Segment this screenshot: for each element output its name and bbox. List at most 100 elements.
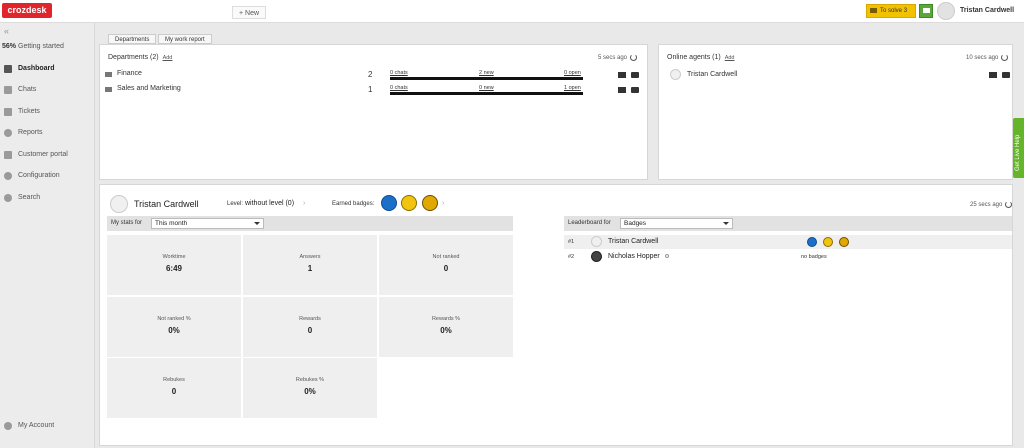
collapse-sidebar-icon[interactable]: « <box>4 26 9 36</box>
chat-status-toggle[interactable] <box>919 4 933 18</box>
agent-avatar <box>670 69 681 80</box>
stat-value: 0% <box>168 326 180 335</box>
sidebar-item-dashboard[interactable]: Dashboard <box>0 61 94 77</box>
earned-badges-label: Earned badges: <box>332 201 375 207</box>
leaderboard-for-label: Leaderboard for <box>568 220 611 226</box>
agent-name: Tristan Cardwell <box>687 71 738 78</box>
sidebar-item-label: Reports <box>18 129 43 136</box>
chat-bubble-icon[interactable] <box>631 87 639 93</box>
department-new-link[interactable]: 2 new <box>479 70 494 76</box>
user-avatar[interactable] <box>937 2 955 20</box>
leaderboard-no-badges: no badges <box>801 254 827 260</box>
sidebar-item-customer-portal[interactable]: Customer portal <box>0 147 94 163</box>
sidebar-item-my-account[interactable]: My Account <box>0 418 94 434</box>
sidebar-item-tickets[interactable]: Tickets <box>0 104 94 120</box>
stat-value: 0 <box>171 387 177 396</box>
stat-label: Not ranked <box>432 254 460 260</box>
stat-label: Rebukes <box>163 377 185 383</box>
my-stats-bar: My stats for This month <box>107 216 513 231</box>
department-open-link[interactable]: 1 open <box>564 85 581 91</box>
stat-value: 6:49 <box>165 264 182 273</box>
bee-badge-icon[interactable] <box>401 195 417 211</box>
departments-panel: Departments (2) Add 5 secs ago Finance 2 … <box>99 44 648 180</box>
department-chats-link[interactable]: 0 chats <box>390 70 408 76</box>
online-agents-title-text: Online agents (1) <box>667 54 721 61</box>
leaderboard-row[interactable]: #1 Tristan Cardwell <box>564 235 1012 249</box>
add-agent-link[interactable]: Add <box>725 55 735 61</box>
stat-rewards-pct: Rewards % 0% <box>379 297 513 357</box>
stat-value: 0 <box>443 264 449 273</box>
to-solve-count: 3 <box>903 8 908 14</box>
new-button[interactable]: + New <box>232 6 267 19</box>
chevron-right-icon[interactable]: › <box>303 200 305 207</box>
tab-departments[interactable]: Departments <box>108 34 157 44</box>
crozdesk-logo[interactable]: crozdesk <box>2 3 52 18</box>
to-solve-label: To solve <box>880 8 903 14</box>
mail-icon[interactable] <box>989 72 997 78</box>
sidebar-item-reports[interactable]: Reports <box>0 125 94 141</box>
departments-updated: 5 secs ago <box>598 54 638 62</box>
tab-my-work-report[interactable]: My work report <box>158 34 212 44</box>
chat-bubble-icon[interactable] <box>1002 72 1010 78</box>
stat-label: Worktime <box>162 254 186 260</box>
stats-period-select[interactable]: This month <box>151 218 264 229</box>
sidebar-item-label: Dashboard <box>18 65 55 72</box>
stat-value: 1 <box>307 264 313 273</box>
chevron-right-icon[interactable]: › <box>442 200 444 207</box>
department-open-link[interactable]: 0 open <box>564 70 581 76</box>
leaderboard-avatar <box>591 236 602 247</box>
agents-updated: 10 secs ago <box>966 54 1009 61</box>
sidebar-item-label: Tickets <box>18 108 40 115</box>
sidebar-item-label: Getting started <box>18 43 64 50</box>
refresh-icon[interactable] <box>1005 201 1013 208</box>
status-dot-icon <box>665 254 669 258</box>
sidebar-item-getting-started[interactable]: 56% Getting started <box>0 39 94 55</box>
sidebar-item-label: My Account <box>18 422 55 429</box>
bug-badge-icon[interactable] <box>422 195 438 211</box>
refresh-icon[interactable] <box>1001 54 1009 61</box>
add-department-link[interactable]: Add <box>163 55 173 61</box>
stat-label: Rebukes % <box>295 377 325 383</box>
stat-label: Rewards <box>299 316 321 322</box>
chat-bubble-icon[interactable] <box>631 72 639 78</box>
departments-updated-text: 5 secs ago <box>598 55 628 62</box>
mail-icon[interactable] <box>618 72 626 78</box>
my-stats-for-label: My stats for <box>111 220 143 226</box>
work-stats-panel: Tristan Cardwell Level: without level (0… <box>99 184 1013 446</box>
sidebar-item-chats[interactable]: Chats <box>0 82 94 98</box>
department-chats-link[interactable]: 0 chats <box>390 85 408 91</box>
get-live-help-tab[interactable]: Get Live Help <box>1013 118 1024 178</box>
department-new-link[interactable]: 0 new <box>479 85 494 91</box>
dashboard-icon <box>4 65 12 73</box>
stat-worktime: Worktime 6:49 <box>107 235 241 295</box>
agent-row[interactable]: Tristan Cardwell <box>659 67 1012 81</box>
to-solve-button[interactable]: To solve 3 <box>866 4 916 18</box>
leaderboard-row[interactable]: #2 Nicholas Hopper no badges <box>564 250 1012 264</box>
top-bar: crozdesk + New To solve 3 Tristan Cardwe… <box>0 0 1024 23</box>
refresh-icon[interactable] <box>630 54 638 61</box>
user-menu-name[interactable]: Tristan Cardwell <box>960 7 1014 14</box>
department-count: 1 <box>368 85 373 94</box>
stats-user-avatar <box>110 195 128 213</box>
leaderboard-rank: #1 <box>568 239 575 245</box>
department-name: Finance <box>117 70 142 77</box>
stats-updated-text: 25 secs ago <box>970 202 1003 209</box>
envelope-icon <box>870 7 877 13</box>
stat-value: 0 <box>307 326 313 335</box>
get-live-help-label: Get Live Help <box>1015 134 1021 171</box>
department-row[interactable]: Sales and Marketing 1 0 chats 0 new 1 op… <box>100 85 640 97</box>
department-row[interactable]: Finance 2 0 chats 2 new 0 open <box>100 70 640 82</box>
department-load-bar <box>390 77 583 80</box>
leaderboard-select[interactable]: Badges <box>620 218 733 229</box>
sidebar-item-label: Chats <box>18 86 37 93</box>
sidebar-item-label: Search <box>18 194 41 201</box>
sidebar-item-configuration[interactable]: Configuration <box>0 168 94 184</box>
mail-icon[interactable] <box>618 87 626 93</box>
search-badge-icon[interactable] <box>381 195 397 211</box>
department-load-bar <box>390 92 583 95</box>
stat-value: 0% <box>440 326 452 335</box>
sidebar-item-search[interactable]: Search <box>0 190 94 206</box>
leaderboard-name: Nicholas Hopper <box>608 253 660 260</box>
departments-title-text: Departments (2) <box>108 54 159 61</box>
leaderboard-bar: Leaderboard for Badges <box>564 216 1012 231</box>
